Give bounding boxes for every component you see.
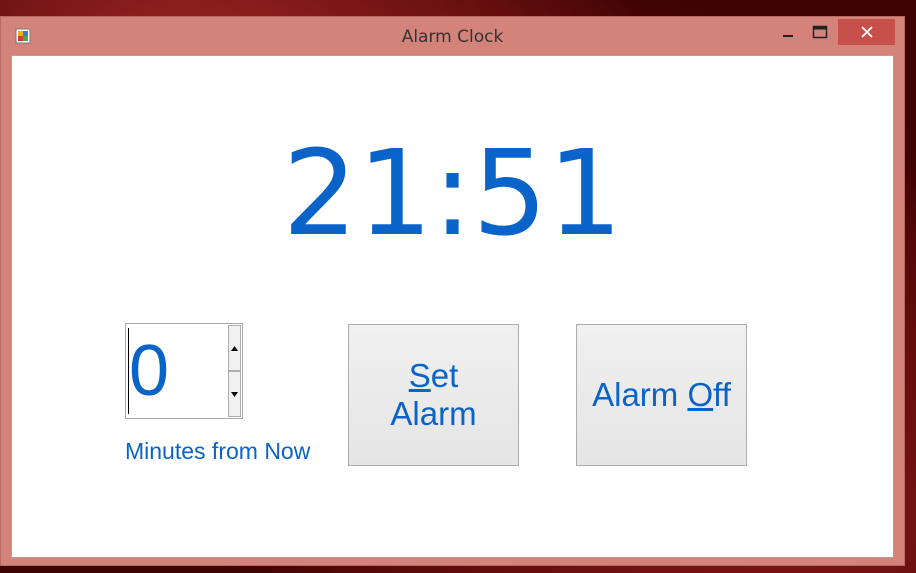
set-alarm-button[interactable]: Set Alarm <box>348 324 519 466</box>
clock-display: 21:51 <box>282 124 623 262</box>
minimize-button[interactable] <box>773 19 803 45</box>
set-alarm-label-line1: Set <box>409 357 459 395</box>
close-button[interactable] <box>838 19 895 45</box>
alarm-off-rest: ff <box>713 376 731 413</box>
alarm-off-prefix: Alarm <box>592 376 688 413</box>
spin-down-button[interactable] <box>228 371 241 417</box>
arrow-down-icon <box>231 391 238 397</box>
minutes-input[interactable] <box>128 328 227 414</box>
set-alarm-mnemonic: S <box>408 357 431 394</box>
minutes-spinner[interactable] <box>125 323 243 419</box>
alarm-off-button[interactable]: Alarm Off <box>576 324 747 466</box>
maximize-icon <box>812 25 828 39</box>
maximize-button[interactable] <box>805 19 835 45</box>
minutes-label: Minutes from Now <box>125 438 311 464</box>
alarm-off-mnemonic: O <box>687 376 714 413</box>
alarm-off-label: Alarm Off <box>592 376 731 414</box>
minimize-icon <box>783 35 793 37</box>
window-title: Alarm Clock <box>401 27 504 47</box>
client-area: 21:51 Minutes from Now Set Alarm Alarm O… <box>11 55 894 558</box>
arrow-up-icon <box>231 345 238 351</box>
set-alarm-line1-rest: et <box>430 357 459 394</box>
close-icon <box>860 26 873 38</box>
set-alarm-label-line2: Alarm <box>390 395 477 432</box>
alarm-clock-window: Alarm Clock 21:51 0 Minutes from Now Set… <box>0 16 905 566</box>
spin-up-button[interactable] <box>228 325 241 371</box>
title-bar[interactable]: Alarm Clock <box>1 17 904 55</box>
